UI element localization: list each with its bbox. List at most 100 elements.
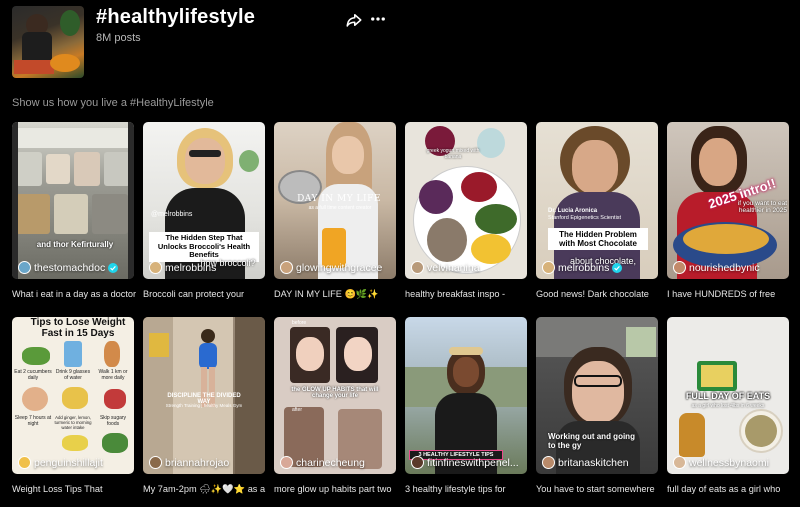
video-thumbnail[interactable]: FULL DAY OF EATS as a girl who lost 4lbs… (667, 317, 789, 474)
video-caption: Broccoli can protect your (143, 289, 245, 299)
avatar (149, 261, 162, 274)
video-author[interactable]: britanaskitchen (542, 456, 629, 469)
author-name: charinecheung (296, 456, 365, 469)
hashtag-description: Show us how you live a #HealthyLifestyle (12, 97, 214, 109)
video-caption: My 7am-2pm 🌧✨🤍⭐ as a (143, 484, 266, 494)
video-overlay-before: before (292, 320, 307, 326)
tip-text: Skip sugary foods (99, 415, 127, 427)
video-caption: You have to start somewhere (536, 484, 655, 494)
author-name: wellnessbynaomi (689, 456, 769, 469)
video-author[interactable]: nourishedbynic (673, 261, 760, 274)
verified-badge-icon (108, 262, 119, 273)
avatar (280, 456, 293, 469)
author-name: thestomachdoc (34, 261, 106, 274)
video-thumbnail[interactable]: 3 HEALTHY LIFESTYLE TIPS fitinfineswithp… (405, 317, 527, 474)
tip-text: Eat 2 cucumbers daily (14, 369, 52, 381)
video-author[interactable]: glowingwithgracee (280, 261, 382, 274)
video-overlay-text: greek yogurt mixed with banana (426, 148, 480, 160)
video-card[interactable]: before the GLOW UP HABITS that will chan… (274, 317, 396, 494)
tip-text: Drink 9 glasses of water (55, 369, 91, 381)
author-name: nourishedbynic (689, 261, 760, 274)
post-count: 8M posts (96, 32, 141, 44)
author-name: penguinshillajit (34, 456, 103, 469)
avatar (542, 456, 555, 469)
video-overlay-text: the GLOW UP HABITS that will change your… (291, 387, 379, 399)
video-card[interactable]: greek yogurt mixed with banana velvinani… (405, 122, 527, 299)
video-caption: Good news! Dark chocolate (536, 289, 649, 299)
video-overlay-text: DAY IN MY LIFE (297, 194, 381, 204)
tip-text: Add ginger, lemon, turmeric to morning w… (54, 415, 92, 430)
video-author[interactable]: wellnessbynaomi (673, 456, 769, 469)
video-author[interactable]: fitinfineswithpenel... (411, 456, 519, 469)
video-caption: full day of eats as a girl who (667, 484, 781, 494)
video-thumbnail[interactable]: @melrobbins The Hidden Step That Unlocks… (143, 122, 265, 279)
video-caption: Weight Loss Tips That (12, 484, 103, 494)
video-caption: healthy breakfast inspo - (405, 289, 506, 299)
video-caption: I have HUNDREDS of free (667, 289, 776, 299)
video-author[interactable]: thestomachdoc (18, 261, 119, 274)
video-card[interactable]: Tips to Lose Weight Fast in 15 Days Eat … (12, 317, 134, 494)
video-overlay-subtitle: Strength Training | healthy Meals Gym (165, 403, 243, 408)
video-overlay-text: and thor Kefirturally (36, 240, 114, 249)
avatar (673, 456, 686, 469)
author-name: glowingwithgracee (296, 261, 383, 274)
video-author[interactable]: briannahrojao (149, 456, 229, 469)
video-overlay-subtitle: as a full time content creator (308, 205, 372, 211)
video-overlay-role: Stanford Epigenetics Scientist (548, 215, 622, 221)
avatar (411, 261, 424, 274)
video-author[interactable]: melrobbins (542, 261, 623, 274)
video-card[interactable]: Working out and going to the gy britanas… (536, 317, 658, 494)
author-name: melrobbins (558, 261, 610, 274)
video-thumbnail[interactable]: before the GLOW UP HABITS that will chan… (274, 317, 396, 474)
video-thumbnail[interactable]: DISCIPLINE THE DIVIDED WAY Strength Trai… (143, 317, 265, 474)
author-name: fitinfineswithpenel... (427, 456, 519, 469)
tip-text: Sleep 7 hours at night (14, 415, 52, 427)
avatar (149, 456, 162, 469)
video-overlay-text: Tips to Lose Weight Fast in 15 Days (30, 317, 126, 339)
tip-text: Walk 1 km or more daily (98, 369, 128, 381)
video-card[interactable]: and thor Kefirturally thestomachdoc What… (12, 122, 136, 299)
author-name: britanaskitchen (558, 456, 629, 469)
page-title: #healthylifestyle (96, 6, 256, 28)
video-card[interactable]: DAY IN MY LIFE as a full time content cr… (274, 122, 396, 299)
video-thumbnail[interactable]: greek yogurt mixed with banana velvinani… (405, 122, 527, 279)
video-thumbnail[interactable]: Working out and going to the gy britanas… (536, 317, 658, 474)
video-thumbnail[interactable]: DAY IN MY LIFE as a full time content cr… (274, 122, 396, 279)
video-thumbnail[interactable]: Dr. Lucia Aronica Stanford Epigenetics S… (536, 122, 658, 279)
video-caption: DAY IN MY LIFE 😊🌿✨ (274, 289, 379, 299)
avatar (411, 456, 424, 469)
author-name: velvinanina (427, 261, 480, 274)
more-dots-icon[interactable] (369, 10, 387, 28)
video-overlay-name: Dr. Lucia Aronica (548, 208, 598, 214)
avatar (673, 261, 686, 274)
video-overlay-handle: @melrobbins (151, 211, 193, 218)
video-card[interactable]: Dr. Lucia Aronica Stanford Epigenetics S… (536, 122, 658, 299)
video-thumbnail[interactable]: Tips to Lose Weight Fast in 15 Days Eat … (12, 317, 134, 474)
video-author[interactable]: charinecheung (280, 456, 365, 469)
video-card[interactable]: @melrobbins The Hidden Step That Unlocks… (143, 122, 265, 299)
share-arrow-icon[interactable] (345, 11, 363, 29)
verified-badge-icon (612, 262, 623, 273)
avatar (280, 261, 293, 274)
video-overlay-text: FULL DAY OF EATS (685, 391, 771, 401)
video-overlay-text: The Hidden Problem with Most Chocolate (548, 228, 648, 251)
video-card[interactable]: FULL DAY OF EATS as a girl who lost 4lbs… (667, 317, 789, 494)
video-card[interactable]: if you want to eat healthier in 2025 202… (667, 122, 789, 299)
author-name: melrobbins (165, 261, 217, 274)
video-thumbnail[interactable]: and thor Kefirturally thestomachdoc (12, 122, 134, 279)
avatar (18, 456, 31, 469)
avatar (18, 261, 31, 274)
video-card[interactable]: 3 HEALTHY LIFESTYLE TIPS fitinfineswithp… (405, 317, 527, 494)
video-caption: 3 healthy lifestyle tips for (405, 484, 506, 494)
avatar (542, 261, 555, 274)
video-card[interactable]: DISCIPLINE THE DIVIDED WAY Strength Trai… (143, 317, 265, 494)
video-thumbnail[interactable]: if you want to eat healthier in 2025 202… (667, 122, 789, 279)
video-overlay-after: after (292, 407, 303, 413)
video-author[interactable]: penguinshillajit (18, 456, 103, 469)
video-author[interactable]: velvinanina (411, 261, 480, 274)
video-author[interactable]: melrobbins (149, 261, 216, 274)
video-caption: What i eat in a day as a doctor (12, 289, 137, 299)
author-name: briannahrojao (165, 456, 230, 469)
video-caption: more glow up habits part two (274, 484, 392, 494)
video-overlay-text: Working out and going to the gy (548, 432, 635, 450)
